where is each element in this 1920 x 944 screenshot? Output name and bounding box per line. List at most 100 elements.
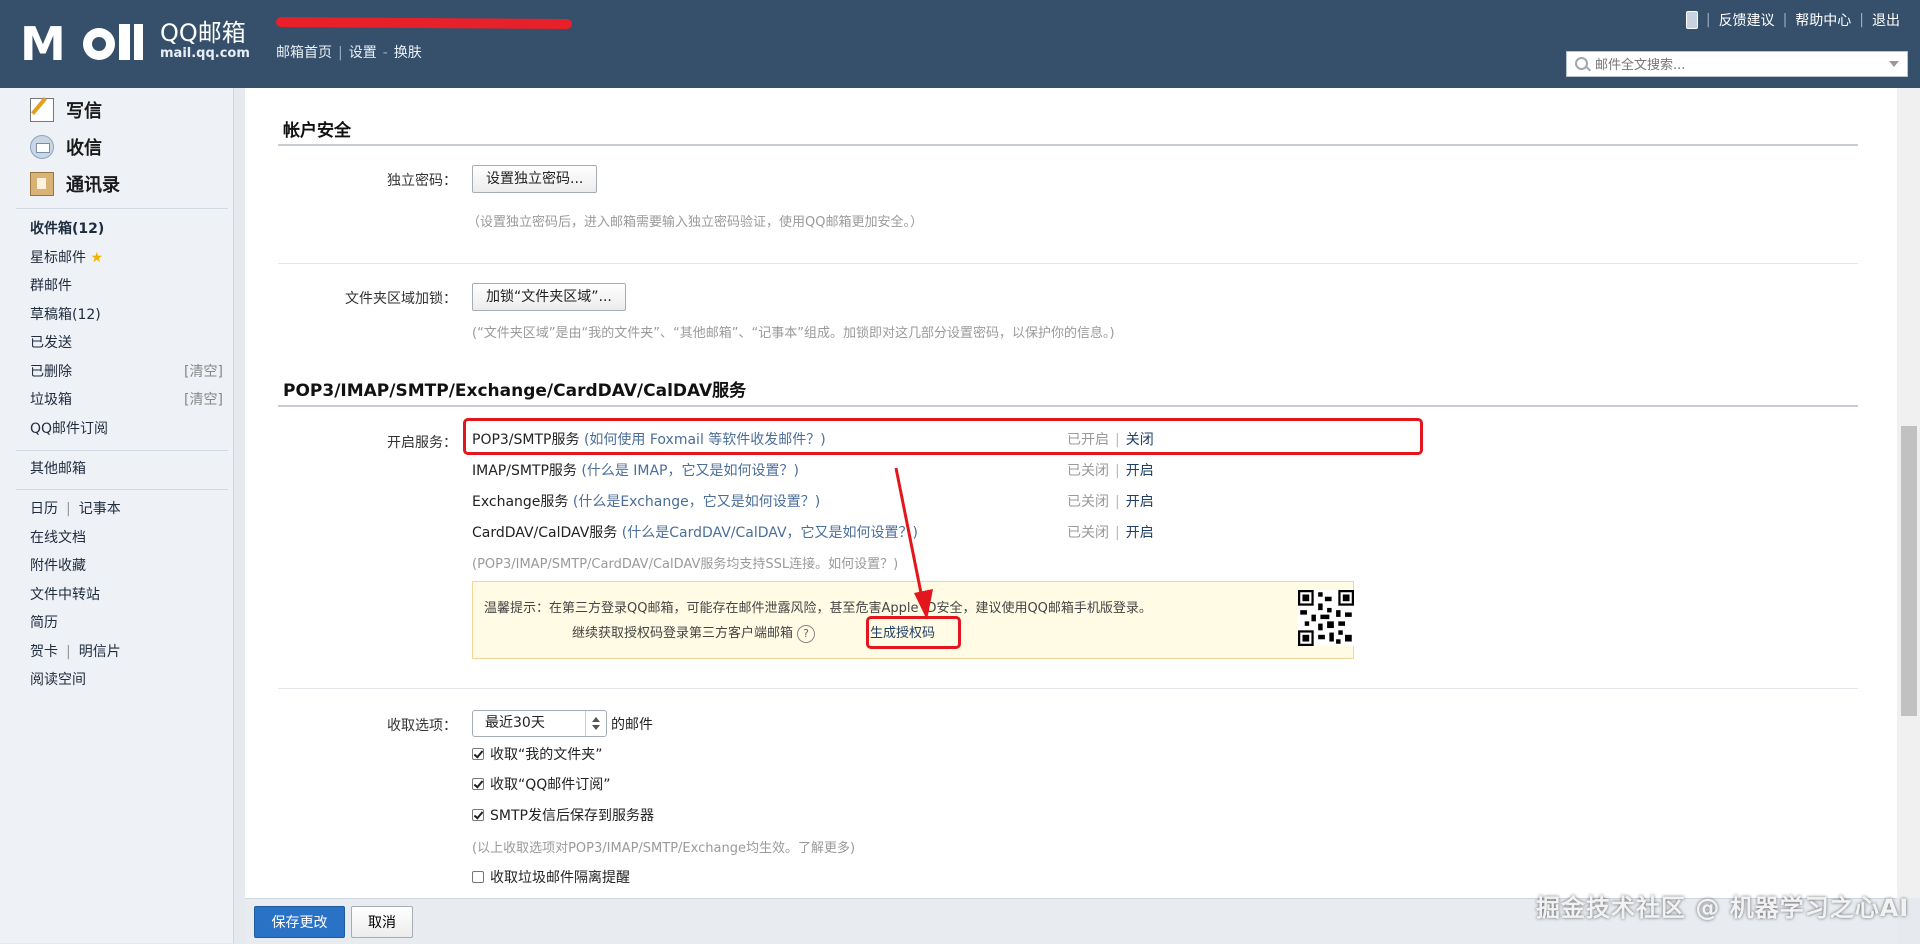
checkbox[interactable] bbox=[472, 871, 484, 883]
check-smtp-save[interactable]: SMTP发信后保存到服务器 bbox=[472, 805, 654, 825]
divider: | bbox=[1782, 12, 1788, 28]
check-label: 收取垃圾邮件隔离提醒 bbox=[490, 870, 630, 886]
sidebar-calendar-row: 日历 | 记事本 bbox=[30, 498, 121, 518]
service-row-exchange: Exchange服务 (什么是Exchange，它又是如何设置？) bbox=[472, 491, 820, 511]
service-name: Exchange服务 bbox=[472, 494, 569, 510]
receive-label: 收信 bbox=[66, 138, 102, 159]
watermark: 掘金技术社区 @ 机器学习之心AI bbox=[1536, 894, 1910, 922]
sidebar-item-spam[interactable]: 垃圾箱 bbox=[30, 389, 72, 409]
checkbox[interactable] bbox=[472, 778, 484, 790]
check-spam-alert[interactable]: 收取垃圾邮件隔离提醒 bbox=[472, 867, 630, 887]
checkbox[interactable] bbox=[472, 748, 484, 760]
highlight-pop3-row bbox=[463, 418, 1423, 455]
sidebar-item-inbox[interactable]: 收件箱(12) bbox=[30, 218, 104, 238]
divider: | bbox=[338, 45, 343, 61]
search-box[interactable] bbox=[1566, 51, 1908, 77]
sidebar-item-attachments[interactable]: 附件收藏 bbox=[30, 555, 86, 575]
settings-link[interactable]: 设置 bbox=[349, 45, 377, 61]
chevron-down-icon[interactable] bbox=[1889, 61, 1899, 67]
header-links: 邮箱首页 | 设置 - 换肤 bbox=[276, 42, 422, 62]
sidebar-item-starred[interactable]: 星标邮件 ★ bbox=[30, 247, 103, 267]
account-security-title: 帐户安全 bbox=[283, 121, 351, 141]
sidebar-item-group[interactable]: 群邮件 bbox=[30, 275, 72, 295]
divider: | bbox=[1705, 12, 1711, 28]
checkbox[interactable] bbox=[472, 809, 484, 821]
tip-text: 温馨提示：在第三方登录QQ邮箱，可能存在邮件泄露风险，甚至危害Apple ID安… bbox=[484, 601, 1152, 616]
qr-code-icon bbox=[1298, 590, 1354, 646]
sidebar-item-drafts[interactable]: 草稿箱(12) bbox=[30, 304, 101, 324]
service-row-imap: IMAP/SMTP服务 (什么是 IMAP，它又是如何设置？) bbox=[472, 460, 799, 480]
divider: | bbox=[1115, 494, 1120, 510]
write-mail-button[interactable]: 写信 bbox=[30, 96, 102, 124]
fetch-options-hint: (以上收取选项对POP3/IMAP/SMTP/Exchange均生效。了解更多) bbox=[472, 841, 856, 856]
folder-lock-label: 文件夹区域加锁： bbox=[345, 291, 457, 307]
search-input[interactable] bbox=[1593, 55, 1867, 75]
annotation-arrow-icon bbox=[894, 467, 933, 620]
sidebar-divider bbox=[16, 450, 228, 451]
fetch-range-select[interactable]: 最近30天 bbox=[472, 710, 607, 737]
fetch-options-label: 收取选项： bbox=[387, 718, 457, 734]
check-subscription[interactable]: 收取“QQ邮件订阅” bbox=[472, 774, 611, 794]
sidebar-divider bbox=[16, 208, 228, 209]
service-help-link[interactable]: (什么是Exchange，它又是如何设置？) bbox=[573, 494, 820, 510]
receive-mail-button[interactable]: 收信 bbox=[30, 133, 102, 161]
cancel-button[interactable]: 取消 bbox=[351, 906, 413, 938]
sidebar-item-greeting-card[interactable]: 贺卡 bbox=[30, 644, 58, 660]
svg-text:M: M bbox=[20, 17, 66, 70]
mobile-phone-icon[interactable] bbox=[1685, 11, 1698, 29]
star-icon: ★ bbox=[90, 250, 104, 266]
section-rule bbox=[278, 144, 1858, 146]
sidebar-item-reading-space[interactable]: 阅读空间 bbox=[30, 669, 86, 689]
divider: | bbox=[66, 644, 71, 660]
mailbox-home-link[interactable]: 邮箱首页 bbox=[276, 45, 332, 61]
services-title: POP3/IMAP/SMTP/Exchange/CardDAV/CalDAV服务 bbox=[283, 381, 747, 401]
sidebar-item-notepad[interactable]: 记事本 bbox=[79, 501, 121, 517]
sidebar-item-calendar[interactable]: 日历 bbox=[30, 501, 58, 517]
carddav-toggle-link[interactable]: 开启 bbox=[1126, 525, 1154, 541]
skin-link[interactable]: 换肤 bbox=[394, 45, 422, 61]
feedback-link[interactable]: 反馈建议 bbox=[1719, 10, 1775, 30]
sidebar-item-file-transfer[interactable]: 文件中转站 bbox=[30, 584, 100, 604]
exchange-toggle-link[interactable]: 开启 bbox=[1126, 494, 1154, 510]
sidebar-item-sent[interactable]: 已发送 bbox=[30, 332, 72, 352]
row-divider bbox=[278, 688, 1858, 689]
search-icon bbox=[1575, 57, 1588, 70]
service-status-carddav: 已关闭 | 开启 bbox=[1067, 522, 1154, 542]
sidebar-card-row: 贺卡 | 明信片 bbox=[30, 641, 121, 661]
help-center-link[interactable]: 帮助中心 bbox=[1795, 10, 1851, 30]
starred-label: 星标邮件 bbox=[30, 250, 86, 266]
sidebar-item-deleted[interactable]: 已删除 bbox=[30, 361, 72, 381]
logout-link[interactable]: 退出 bbox=[1872, 10, 1900, 30]
check-label: 收取“QQ邮件订阅” bbox=[490, 777, 611, 793]
select-value: 最近30天 bbox=[485, 715, 545, 731]
folder-lock-button[interactable]: 加锁“文件夹区域”... bbox=[472, 283, 626, 311]
sidebar-item-postcard[interactable]: 明信片 bbox=[79, 644, 121, 660]
independent-password-label: 独立密码： bbox=[387, 173, 457, 189]
service-help-link[interactable]: (什么是 IMAP，它又是如何设置？) bbox=[581, 463, 799, 479]
scrollbar-thumb[interactable] bbox=[1901, 426, 1917, 716]
sidebar-item-resume[interactable]: 简历 bbox=[30, 612, 58, 632]
contacts-label: 通讯录 bbox=[66, 175, 120, 196]
set-independent-password-button[interactable]: 设置独立密码... bbox=[472, 165, 598, 193]
imap-toggle-link[interactable]: 开启 bbox=[1126, 463, 1154, 479]
sidebar-item-subscription[interactable]: QQ邮件订阅 bbox=[30, 418, 108, 438]
divider: | bbox=[1115, 525, 1120, 541]
contacts-button[interactable]: 通讯录 bbox=[30, 170, 120, 198]
sidebar-item-online-docs[interactable]: 在线文档 bbox=[30, 527, 86, 547]
question-icon[interactable]: ? bbox=[797, 625, 816, 643]
logo-brand-text: QQ邮箱 bbox=[160, 19, 246, 47]
save-button[interactable]: 保存更改 bbox=[254, 906, 345, 938]
tip-continue-row: 继续获取授权码登录第三方客户端邮箱? bbox=[572, 622, 816, 643]
service-help-link[interactable]: (什么是CardDAV/CalDAV，它又是如何设置？) bbox=[622, 525, 918, 541]
clear-deleted-link[interactable]: [清空] bbox=[184, 361, 223, 381]
clear-spam-link[interactable]: [清空] bbox=[184, 389, 223, 409]
service-status-exchange: 已关闭 | 开启 bbox=[1067, 491, 1154, 511]
row-divider bbox=[278, 263, 1858, 264]
service-name: CardDAV/CalDAV服务 bbox=[472, 525, 618, 541]
sidebar-divider bbox=[16, 489, 228, 490]
sidebar-item-other-mailbox[interactable]: 其他邮箱 bbox=[30, 458, 86, 478]
stepper-arrows-icon bbox=[585, 711, 606, 736]
check-my-folders[interactable]: 收取“我的文件夹” bbox=[472, 744, 603, 764]
status-text: 已关闭 bbox=[1067, 494, 1109, 510]
divider: - bbox=[382, 45, 388, 61]
